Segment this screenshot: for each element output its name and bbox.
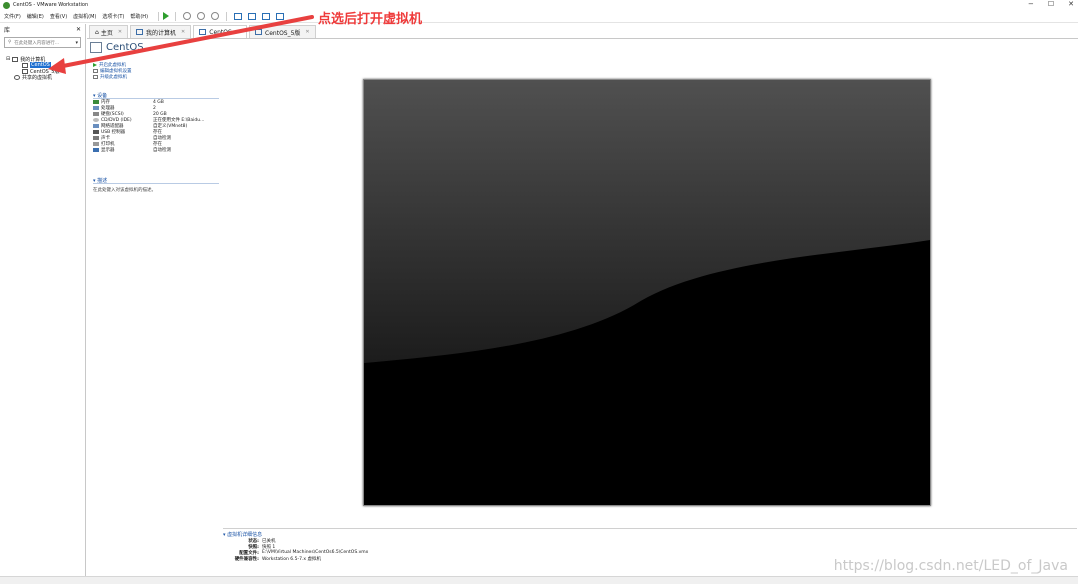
menu-file[interactable]: 文件(F)	[4, 13, 21, 20]
library-tree: ⊟ 我的计算机 CentOS CentOS_5版 共享的虚拟机	[0, 56, 85, 81]
vm-actions: 开启此虚拟机 编辑虚拟机设置 升级此虚拟机	[93, 62, 219, 80]
play-icon	[93, 63, 97, 67]
maximize-button[interactable]: ☐	[1048, 0, 1054, 8]
revert-snapshot-icon[interactable]	[197, 12, 206, 20]
toolbar-separator	[226, 11, 228, 21]
library-close-button[interactable]: ✕	[76, 26, 81, 33]
close-button[interactable]: ✕	[1068, 0, 1074, 8]
description-text[interactable]: 在此处键入对该虚拟机的描述。	[93, 187, 219, 193]
vm-title-text: CentOS	[106, 42, 144, 53]
processor-icon	[93, 106, 99, 110]
printer-icon	[93, 142, 99, 146]
memory-icon	[93, 100, 99, 104]
vm-summary-panel: 开启此虚拟机 编辑虚拟机设置 升级此虚拟机 ▾ 设备 内存 4 GB 处理器 2 硬…	[93, 62, 219, 193]
minimize-button[interactable]: −	[1028, 0, 1034, 8]
tab-home[interactable]: ⌂ 主页 ✕	[89, 25, 129, 38]
vm-title: CentOS	[90, 42, 144, 53]
show-library-icon[interactable]	[234, 12, 243, 20]
device-name: 显示器	[101, 148, 115, 153]
menu-tabs[interactable]: 选项卡(T)	[102, 13, 124, 20]
menu-bar: 文件(F) 编辑(E) 查看(V) 虚拟机(M) 选项卡(T) 帮助(H)	[0, 10, 1078, 23]
device-name: CD/DVD (IDE)	[101, 117, 132, 123]
upgrade-icon	[93, 75, 98, 79]
collapse-icon: ⊟	[6, 56, 11, 62]
vm-icon	[22, 62, 28, 68]
library-header: 库 ✕	[0, 24, 85, 34]
thumbnail-bar-icon[interactable]	[248, 12, 257, 20]
tab-centos-5[interactable]: CentOS_5版 ✕	[249, 25, 316, 38]
unity-icon[interactable]	[276, 12, 285, 20]
snapshot-icon[interactable]	[183, 12, 192, 20]
display-icon	[93, 148, 99, 152]
annotation-text: 点选后打开虚拟机	[318, 12, 423, 27]
tree-item-shared-vms[interactable]: 共享的虚拟机	[0, 74, 85, 81]
tab-bar: ⌂ 主页 ✕ 我的计算机 ✕ CentOS ✕ CentOS_5版 ✕	[87, 24, 1078, 39]
network-adapter-icon	[93, 124, 99, 128]
full-screen-icon[interactable]	[262, 12, 271, 20]
window-controls: − ☐ ✕	[1028, 0, 1074, 8]
device-value: 2	[153, 105, 156, 111]
home-icon: ⌂	[95, 28, 99, 36]
vm-preview-screen[interactable]	[363, 79, 931, 506]
main-content: ⌂ 主页 ✕ 我的计算机 ✕ CentOS ✕ CentOS_5版 ✕ Cent…	[87, 24, 1078, 576]
tab-my-computer[interactable]: 我的计算机 ✕	[130, 25, 192, 38]
devices-header[interactable]: ▾ 设备	[93, 92, 219, 99]
vmware-logo-icon	[3, 1, 10, 9]
status-bar	[0, 576, 1078, 584]
vm-icon	[199, 29, 207, 35]
shared-vm-icon	[14, 74, 20, 80]
tab-close-icon[interactable]: ✕	[305, 29, 309, 35]
search-placeholder: 在此处键入内容进行...	[14, 40, 60, 46]
title-bar: CentOS - VMware Workstation − ☐ ✕	[0, 0, 1078, 10]
toolbar-separator	[158, 11, 160, 21]
device-value: 自动检测	[153, 148, 171, 153]
menu-view[interactable]: 查看(V)	[50, 13, 67, 20]
usb-icon	[93, 130, 99, 134]
device-value: 20 GB	[153, 111, 167, 117]
tab-label: CentOS	[209, 28, 232, 36]
menu-help[interactable]: 帮助(H)	[130, 13, 148, 20]
device-value: 4 GB	[153, 99, 164, 105]
sound-card-icon	[93, 136, 99, 140]
tab-centos[interactable]: CentOS ✕	[193, 25, 248, 38]
library-sidebar: 库 ✕ ⚲ 在此处键入内容进行... ▾ ⊟ 我的计算机 CentOS Cent…	[0, 24, 86, 576]
vm-details-header[interactable]: ▾ 虚拟机详细信息	[223, 531, 1077, 538]
tree-item-label: 共享的虚拟机	[22, 74, 53, 81]
tab-close-icon[interactable]: ✕	[118, 29, 122, 35]
vm-icon	[90, 42, 102, 53]
menu-vm[interactable]: 虚拟机(M)	[73, 13, 96, 20]
tab-label: 主页	[100, 29, 113, 37]
toolbar-separator	[175, 11, 177, 21]
library-search-input[interactable]: ⚲ 在此处键入内容进行... ▾	[4, 37, 81, 48]
computer-icon	[12, 56, 19, 62]
snapshot-manager-icon[interactable]	[211, 12, 220, 20]
tab-label: 我的计算机	[146, 29, 177, 37]
cd-dvd-icon	[93, 118, 99, 122]
detail-value: Workstation 6.5-7.x 虚拟机	[262, 557, 321, 562]
hard-disk-icon	[93, 112, 99, 116]
detail-label: 硬件兼容性:	[234, 557, 259, 562]
menu-edit[interactable]: 编辑(E)	[27, 13, 44, 20]
tab-close-icon[interactable]: ✕	[237, 29, 241, 35]
device-name: 硬盘(SCSI)	[101, 112, 124, 117]
tab-close-icon[interactable]: ✕	[181, 29, 185, 35]
power-on-icon[interactable]	[163, 12, 170, 20]
vm-preview-image	[364, 80, 930, 505]
tab-label: CentOS_5版	[265, 29, 301, 37]
device-row-display[interactable]: 显示器 自动检测	[93, 147, 219, 153]
computer-icon	[136, 29, 144, 35]
upgrade-vm-link[interactable]: 升级此虚拟机	[93, 74, 219, 80]
description-header-label: 描述	[97, 178, 108, 184]
description-header[interactable]: ▾ 描述	[93, 177, 219, 184]
chevron-down-icon[interactable]: ▾	[75, 40, 78, 46]
vm-details-panel: ▾ 虚拟机详细信息 状态: 已关机 快照: 快照 1 配置文件: E:\VM\Virt…	[223, 528, 1077, 562]
window-title: CentOS - VMware Workstation	[13, 2, 89, 8]
search-icon: ⚲	[8, 40, 12, 45]
library-title: 库	[4, 26, 11, 34]
settings-icon	[93, 69, 98, 73]
vm-icon	[255, 29, 263, 35]
watermark: https://blog.csdn.net/LED_of_Java	[833, 558, 1068, 574]
devices-list: 内存 4 GB 处理器 2 硬盘(SCSI) 20 GB CD/DVD (IDE) 正在…	[93, 99, 219, 153]
action-label: 升级此虚拟机	[100, 75, 127, 80]
